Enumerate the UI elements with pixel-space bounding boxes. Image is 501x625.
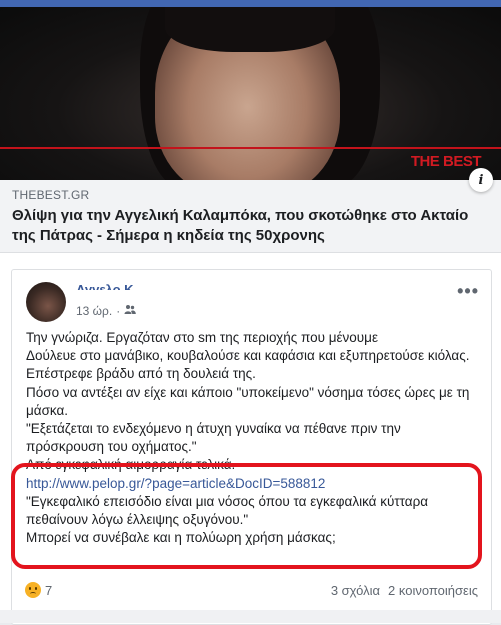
post-card: Αγγελο Κ... 13 ώρ. · ••• Την γνώριζα. Ερ… bbox=[11, 269, 492, 625]
avatar[interactable] bbox=[26, 282, 66, 322]
sad-reaction-icon bbox=[25, 582, 41, 598]
post-line-4: "Εξετάζεται το ενδεχόμενο η άτυχη γυναίκ… bbox=[26, 421, 401, 455]
link-headline[interactable]: Θλίψη για την Αγγελική Καλαμπόκα, που σκ… bbox=[12, 206, 482, 246]
photo-bangs bbox=[165, 7, 335, 52]
post-stats: 3 σχόλια 2 κοινοποιήσεις bbox=[331, 583, 478, 598]
post-time[interactable]: 13 ώρ. bbox=[76, 304, 112, 318]
bottom-strip bbox=[0, 610, 501, 623]
post-text: Την γνώριζα. Εργαζόταν στο sm της περιοχ… bbox=[26, 329, 481, 547]
more-options-icon[interactable]: ••• bbox=[457, 281, 479, 302]
info-icon[interactable]: i bbox=[469, 168, 493, 192]
article-photo[interactable]: THE BEST bbox=[0, 7, 501, 180]
post-line-5: Από εγκεφαλική αιμορραγία τελικά. bbox=[26, 457, 236, 473]
top-bar bbox=[0, 0, 501, 7]
link-domain: THEBEST.GR bbox=[12, 188, 90, 202]
comments-count[interactable]: 3 σχόλια bbox=[331, 583, 380, 598]
post-footer: 7 3 σχόλια 2 κοινοποιήσεις bbox=[11, 574, 490, 606]
friends-icon[interactable] bbox=[124, 304, 137, 318]
post-line-3: Πόσο να αντέξει αν είχε και κάποιο "υποκ… bbox=[26, 384, 470, 418]
reaction-count: 7 bbox=[45, 582, 53, 598]
post-line-2: Δούλευε στο μανάβικο, κουβαλούσε και καφ… bbox=[26, 348, 470, 382]
post-meta: 13 ώρ. · bbox=[76, 304, 137, 318]
author-name[interactable]: Αγγελο Κ... bbox=[76, 282, 144, 290]
brand-watermark: THE BEST bbox=[410, 153, 482, 170]
post-line-1: Την γνώριζα. Εργαζόταν στο sm της περιοχ… bbox=[26, 330, 378, 345]
meta-separator: · bbox=[116, 304, 121, 318]
article-link[interactable]: http://www.pelop.gr/?page=article&DocID=… bbox=[26, 476, 325, 491]
post-closing: Μπορεί να συνέβαλε και η πολύωρη χρήση μ… bbox=[26, 530, 336, 546]
post-quote: "Εγκεφαλικό επεισόδιο είναι μια νόσος όπ… bbox=[26, 493, 429, 528]
link-preview-info[interactable]: i THEBEST.GR Θλίψη για την Αγγελική Καλα… bbox=[0, 168, 501, 253]
reactions[interactable]: 7 bbox=[25, 582, 52, 598]
photo-red-line bbox=[0, 147, 501, 149]
shares-count[interactable]: 2 κοινοποιήσεις bbox=[388, 583, 478, 598]
